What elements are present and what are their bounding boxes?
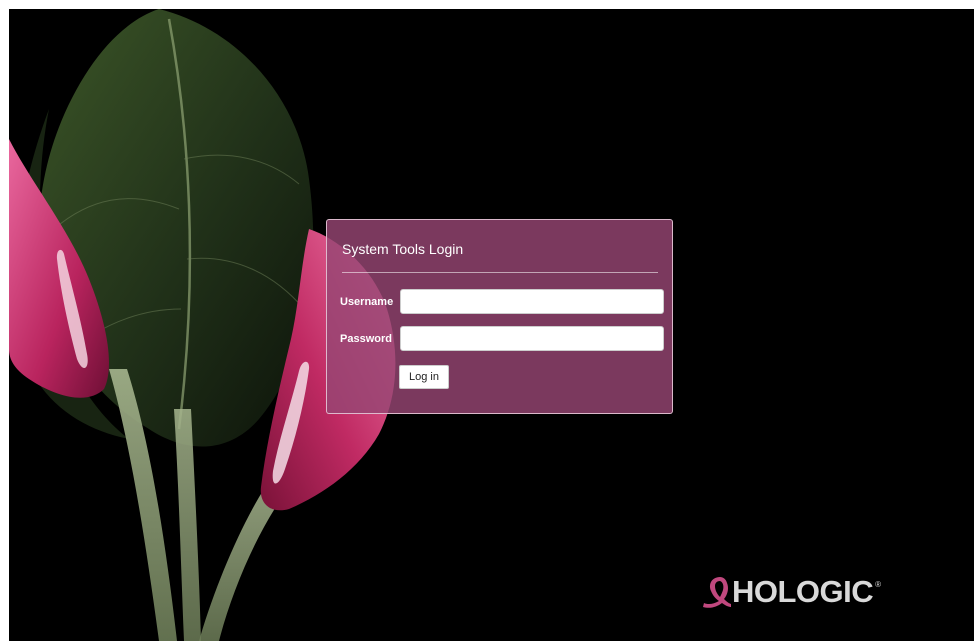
login-screen: System Tools Login Username Password Log… — [9, 9, 974, 641]
login-button[interactable]: Log in — [399, 365, 449, 389]
registered-mark: ® — [875, 580, 882, 589]
pink-ribbon-icon — [703, 577, 731, 608]
title-divider — [342, 272, 658, 273]
hologic-logo: HOLOGIC ® — [702, 574, 881, 610]
stem-shape — [199, 489, 281, 641]
password-label: Password — [340, 333, 392, 345]
logo-text: HOLOGIC — [732, 574, 874, 609]
left-border — [0, 0, 9, 641]
username-input[interactable] — [400, 289, 664, 314]
login-panel: System Tools Login Username Password Log… — [326, 219, 673, 414]
username-label: Username — [340, 296, 394, 308]
password-input[interactable] — [400, 326, 664, 351]
top-border — [0, 0, 974, 9]
login-title: System Tools Login — [342, 241, 464, 257]
